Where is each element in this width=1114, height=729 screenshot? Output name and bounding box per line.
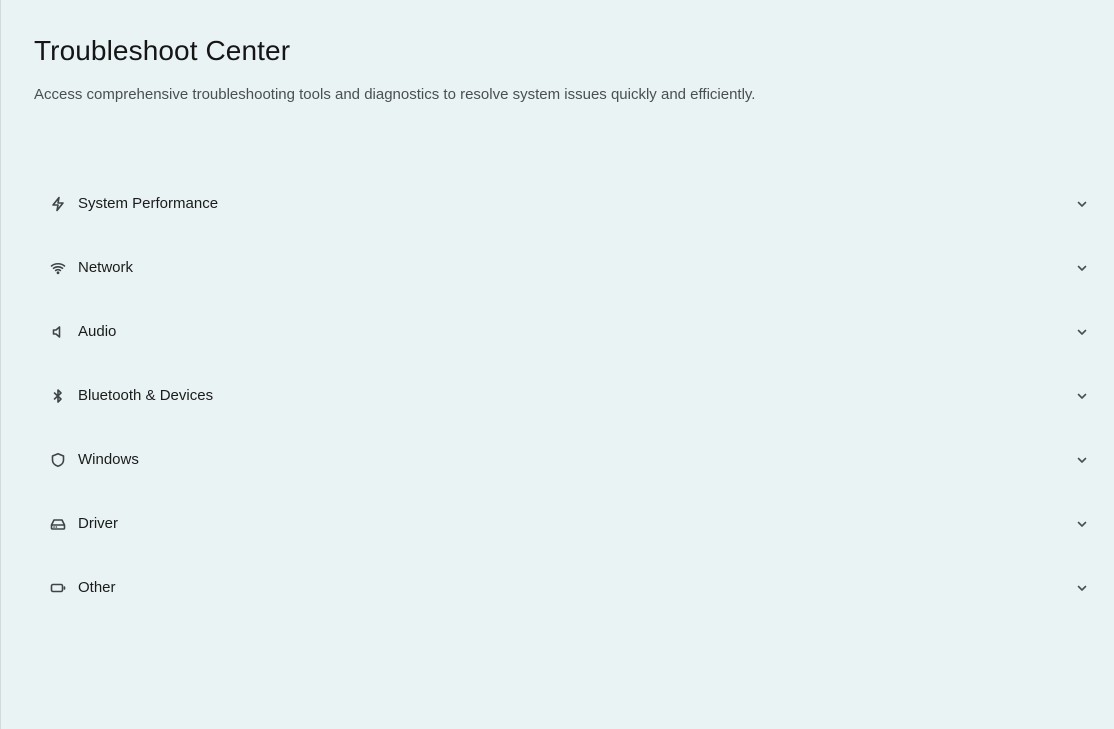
category-label: Windows [78, 451, 139, 468]
category-system-performance[interactable]: System Performance [34, 172, 1098, 236]
chevron-down-icon[interactable] [1075, 453, 1089, 467]
category-label: Audio [78, 323, 117, 340]
page-subtitle: Access comprehensive troubleshooting too… [34, 86, 756, 103]
category-label: Driver [78, 515, 118, 532]
category-audio[interactable]: Audio [34, 300, 1098, 364]
shield-icon [49, 451, 67, 469]
page-title: Troubleshoot Center [34, 35, 291, 66]
category-label: System Performance [78, 195, 219, 212]
chevron-down-icon[interactable] [1075, 581, 1089, 595]
category-label: Bluetooth & Devices [78, 387, 214, 404]
category-label: Network [78, 259, 134, 276]
category-windows[interactable]: Windows [34, 428, 1098, 492]
battery-icon [49, 579, 67, 597]
bluetooth-icon [49, 387, 67, 405]
page-header: Troubleshoot Center Access comprehensive… [34, 34, 1084, 105]
wifi-icon [49, 259, 67, 277]
category-other[interactable]: Other [34, 556, 1098, 620]
lightning-icon [49, 195, 67, 213]
chevron-down-icon[interactable] [1075, 197, 1089, 211]
troubleshoot-category-list: System Performance Network Audio Bluetoo… [34, 172, 1098, 620]
chevron-down-icon[interactable] [1075, 389, 1089, 403]
category-network[interactable]: Network [34, 236, 1098, 300]
chevron-down-icon[interactable] [1075, 325, 1089, 339]
chevron-down-icon[interactable] [1075, 517, 1089, 531]
category-label: Other [78, 579, 116, 596]
troubleshoot-page: Troubleshoot Center Access comprehensive… [0, 0, 1114, 729]
category-driver[interactable]: Driver [34, 492, 1098, 556]
chevron-down-icon[interactable] [1075, 261, 1089, 275]
speaker-icon [49, 323, 67, 341]
category-bluetooth-devices[interactable]: Bluetooth & Devices [34, 364, 1098, 428]
hard-drive-icon [49, 515, 67, 533]
